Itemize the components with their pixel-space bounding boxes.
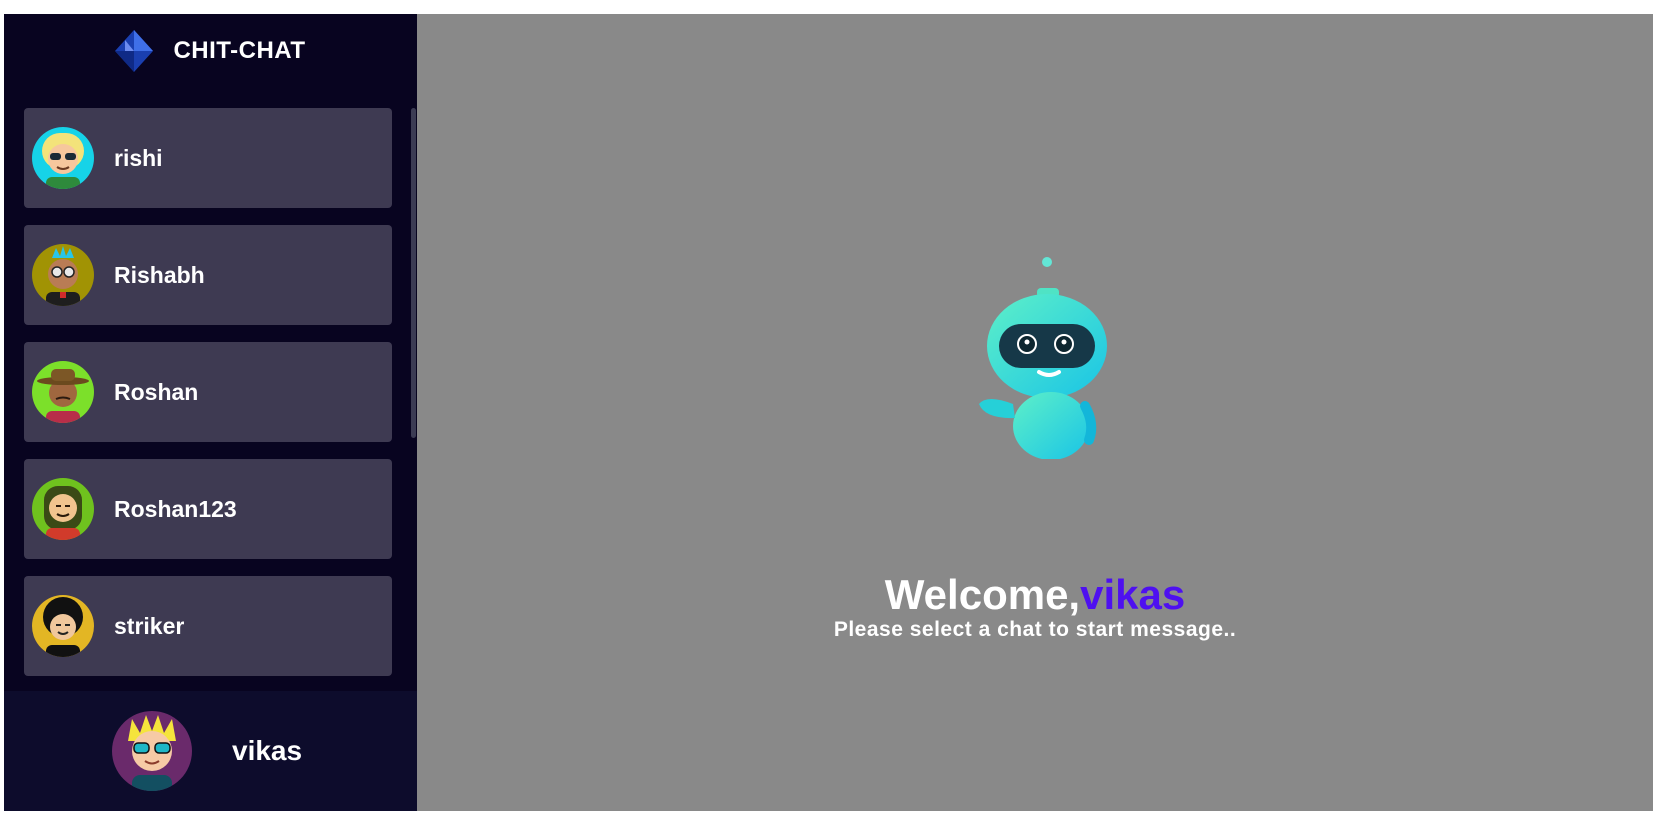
welcome-greeting: Welcome, <box>884 571 1081 618</box>
robot-mascot-icon <box>977 254 1117 459</box>
contact-item-striker[interactable]: striker <box>24 576 392 676</box>
contact-name: striker <box>114 612 185 639</box>
contact-name: Rishabh <box>114 261 205 288</box>
current-user-name: vikas <box>232 735 303 766</box>
contact-item-rishabh[interactable]: Rishabh <box>24 225 392 325</box>
contact-item-roshan123[interactable]: Roshan123 <box>24 459 392 559</box>
avatar <box>32 361 94 423</box>
welcome-username: vikas <box>1080 571 1186 618</box>
contact-name: Roshan123 <box>114 495 237 522</box>
current-user-panel: vikas <box>4 691 417 811</box>
welcome-heading: Welcome,vikas <box>417 574 1653 616</box>
avatar <box>32 595 94 657</box>
contact-name: Roshan <box>114 378 199 405</box>
diamond-logo-icon <box>115 30 154 72</box>
contact-list[interactable]: rishi Rishabh Roshan Roshan123 striker <box>4 94 417 700</box>
brand-header: CHIT-CHAT <box>4 14 417 88</box>
contact-name: rishi <box>114 144 163 171</box>
contact-item-roshan[interactable]: Roshan <box>24 342 392 442</box>
app-window: CHIT-CHAT rishi Rishabh Roshan Roshan123… <box>4 14 1653 811</box>
avatar <box>32 244 94 306</box>
brand-title: CHIT-CHAT <box>173 37 306 64</box>
avatar <box>32 478 94 540</box>
avatar <box>32 127 94 189</box>
welcome-hint: Please select a chat to start message.. <box>833 618 1237 641</box>
welcome-panel: Welcome,vikas Please select a chat to st… <box>417 14 1653 811</box>
sidebar: CHIT-CHAT rishi Rishabh Roshan Roshan123… <box>4 14 417 811</box>
avatar <box>112 711 192 791</box>
contact-list-scrollbar[interactable] <box>411 108 416 438</box>
contact-item-rishi[interactable]: rishi <box>24 108 392 208</box>
